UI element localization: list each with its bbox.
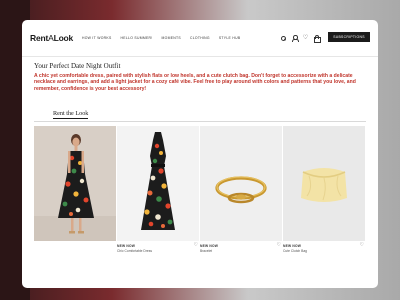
- outfit-description: A chic yet comfortable dress, paired wit…: [34, 73, 356, 92]
- search-icon[interactable]: [280, 35, 287, 41]
- product-badge: NEW NOW: [117, 244, 136, 248]
- product-badge: NEW NOW: [200, 244, 219, 248]
- product-card-model[interactable]: [34, 126, 116, 256]
- product-name[interactable]: Bracelet: [200, 249, 212, 253]
- brand-logo[interactable]: RentALook: [30, 33, 82, 43]
- clutch-image: [283, 126, 365, 241]
- rent-the-look-link[interactable]: Rent the Look: [53, 110, 89, 119]
- heart-icon[interactable]: ♡: [302, 35, 308, 41]
- nav-item-how-it-works[interactable]: HOW IT WORKS: [82, 36, 112, 40]
- bag-icon[interactable]: [313, 35, 321, 43]
- nav-icons: ♡: [280, 35, 321, 43]
- user-icon[interactable]: [291, 35, 299, 42]
- dress-image: [117, 126, 199, 241]
- model-photo: [34, 126, 116, 241]
- product-card-bracelet[interactable]: NEW NOW ♡ Bracelet: [200, 126, 282, 256]
- page-title: Your Perfect Date Night Outfit: [34, 62, 121, 70]
- main-menu: HOW IT WORKS HELLO SUMMER! MOMENTS CLOTH…: [82, 36, 240, 40]
- logo-bold-text: Rent: [30, 33, 49, 43]
- product-grid: NEW NOW ♡ Chic Comfortable Dress NEW NOW…: [34, 126, 366, 256]
- product-name[interactable]: Cute Clutch Bag: [283, 249, 307, 253]
- nav-item-clothing[interactable]: CLOTHING: [190, 36, 210, 40]
- subscriptions-button[interactable]: SUBSCRIPTIONS: [328, 32, 370, 42]
- bracelet-image: [200, 126, 282, 241]
- product-card-dress[interactable]: NEW NOW ♡ Chic Comfortable Dress: [117, 126, 199, 256]
- browser-window: RentALook HOW IT WORKS HELLO SUMMER! MOM…: [22, 20, 378, 288]
- logo-end-text: Look: [53, 33, 74, 43]
- nav-divider: [22, 56, 378, 57]
- wishlist-heart-icon[interactable]: ♡: [277, 242, 281, 248]
- wishlist-heart-icon[interactable]: ♡: [194, 242, 198, 248]
- top-navigation: RentALook HOW IT WORKS HELLO SUMMER! MOM…: [22, 20, 378, 56]
- nav-item-moments[interactable]: MOMENTS: [162, 36, 181, 40]
- product-name[interactable]: Chic Comfortable Dress: [117, 249, 152, 253]
- section-divider: [34, 120, 366, 121]
- wishlist-heart-icon[interactable]: ♡: [360, 242, 364, 248]
- nav-item-hello-summer[interactable]: HELLO SUMMER!: [121, 36, 153, 40]
- nav-item-style-hub[interactable]: STYLE HUB: [219, 36, 241, 40]
- product-badge: NEW NOW: [283, 244, 302, 248]
- product-card-clutch[interactable]: NEW NOW ♡ Cute Clutch Bag: [283, 126, 365, 256]
